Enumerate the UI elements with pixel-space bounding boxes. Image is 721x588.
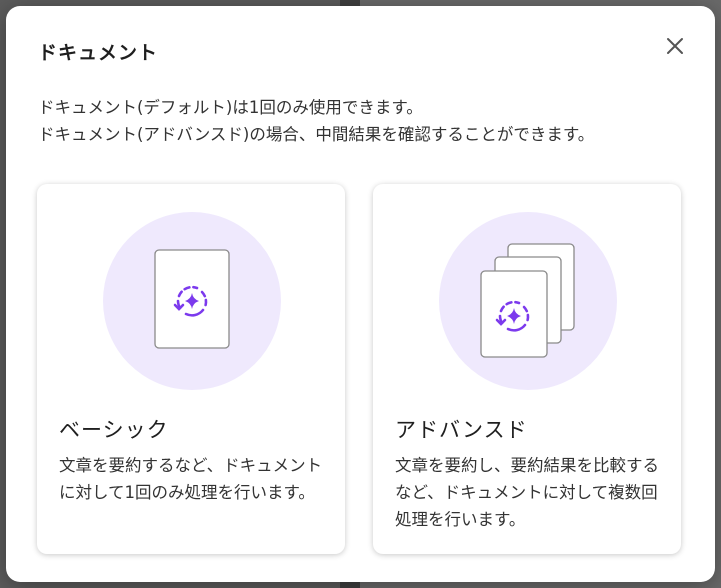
document-mode-dialog: ドキュメント ドキュメント(デフォルト)は1回のみ使用できます。 ドキュメント(… — [6, 6, 715, 582]
dialog-title: ドキュメント — [38, 42, 159, 64]
description-line-1: ドキュメント(デフォルト)は1回のみ使用できます。 — [38, 98, 423, 117]
advanced-option-card[interactable]: アドバンスド 文章を要約し、要約結果を比較するなど、ドキュメントに対して複数回処… — [373, 184, 681, 554]
basic-illustration — [103, 212, 281, 390]
single-document-sparkle-icon — [154, 249, 230, 349]
close-icon — [667, 38, 683, 54]
advanced-option-description: 文章を要約し、要約結果を比較するなど、ドキュメントに対して複数回処理を行います。 — [395, 456, 659, 529]
description-line-2: ドキュメント(アドバンスド)の場合、中間結果を確認することができます。 — [38, 125, 595, 144]
advanced-option-title: アドバンスド — [395, 418, 528, 442]
stacked-documents-sparkle-icon — [480, 243, 575, 358]
basic-option-title: ベーシック — [59, 418, 169, 442]
basic-option-card[interactable]: ベーシック 文章を要約するなど、ドキュメントに対して1回のみ処理を行います。 — [37, 184, 345, 554]
dialog-description: ドキュメント(デフォルト)は1回のみ使用できます。 ドキュメント(アドバンスド)… — [38, 94, 698, 148]
advanced-illustration — [439, 212, 617, 390]
close-button[interactable] — [661, 32, 689, 60]
basic-option-description: 文章を要約するなど、ドキュメントに対して1回のみ処理を行います。 — [59, 456, 323, 502]
